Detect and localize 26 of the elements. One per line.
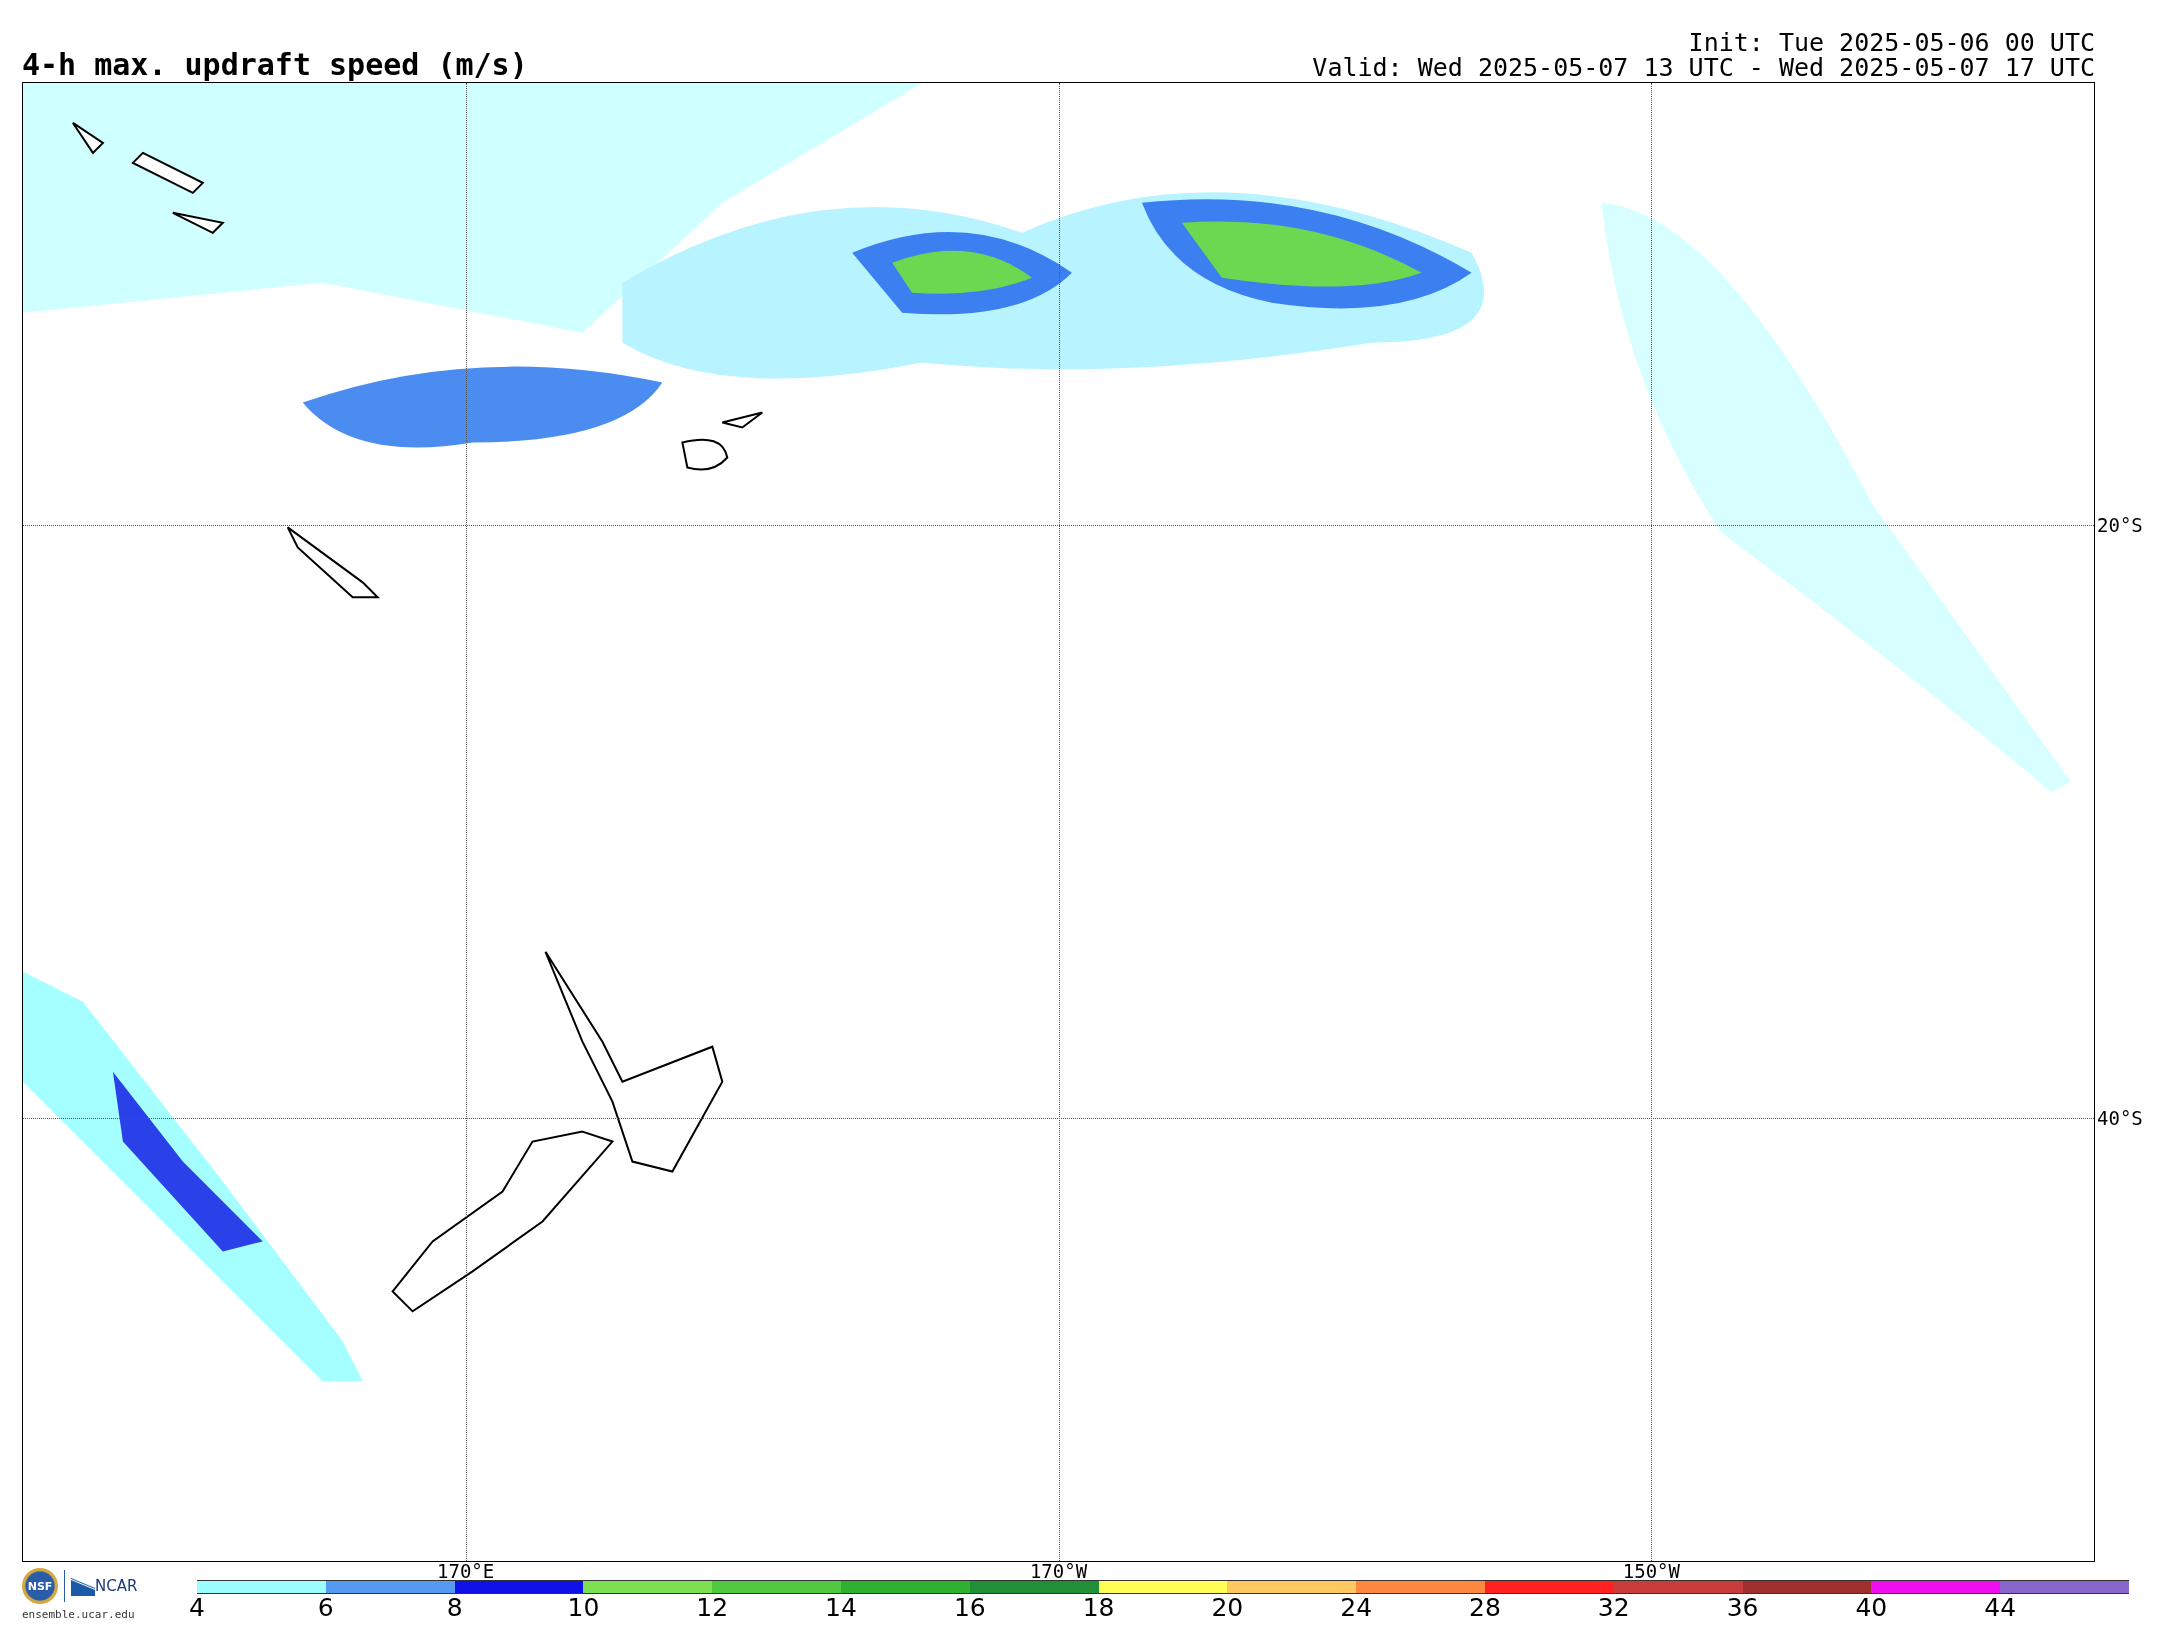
colorbar-tick-label: 14 xyxy=(825,1594,857,1622)
colorbar-tick-label: 18 xyxy=(1082,1594,1115,1622)
colorbar-tick-label: 44 xyxy=(1984,1594,2017,1622)
latitude-label: 20°S xyxy=(2097,513,2143,536)
colorbar-tick-label: 4 xyxy=(189,1594,205,1622)
longitude-label: 170°W xyxy=(1029,1562,1088,1580)
colorbar-tick-label: 20 xyxy=(1211,1594,1244,1622)
chart-title: 4-h max. updraft speed (m/s) xyxy=(22,50,528,80)
colorbar-tick-label: 28 xyxy=(1469,1594,1501,1622)
colorbar-tick-label: 24 xyxy=(1340,1594,1373,1622)
init-time: Init: Tue 2025-05-06 00 UTC xyxy=(1688,30,2095,55)
nsf-logo: NSF xyxy=(22,1568,58,1604)
colorbar-tick-label: 36 xyxy=(1726,1594,1759,1622)
longitude-label: 150°W xyxy=(1622,1562,1680,1580)
valid-time: Valid: Wed 2025-05-07 13 UTC - Wed 2025-05-07 17 UTC xyxy=(1312,55,2095,80)
colorbar-tick-label: 40 xyxy=(1855,1594,1888,1622)
colorbar-tick-label: 6 xyxy=(317,1594,334,1622)
colorbar-tick-label: 12 xyxy=(696,1594,729,1622)
website-text: ensemble.ucar.edu xyxy=(22,1608,135,1621)
colorbar-tick-label: 8 xyxy=(446,1594,463,1622)
colorbar-tick-label: 10 xyxy=(567,1594,600,1622)
latitude-label: 40°S xyxy=(2097,1107,2143,1129)
colorbar-tick-label: 16 xyxy=(953,1594,986,1622)
longitude-label: 170°E xyxy=(437,1562,495,1580)
colorbar-tick-label: 32 xyxy=(1597,1594,1630,1622)
ncar-logo: NCAR xyxy=(71,1576,138,1596)
